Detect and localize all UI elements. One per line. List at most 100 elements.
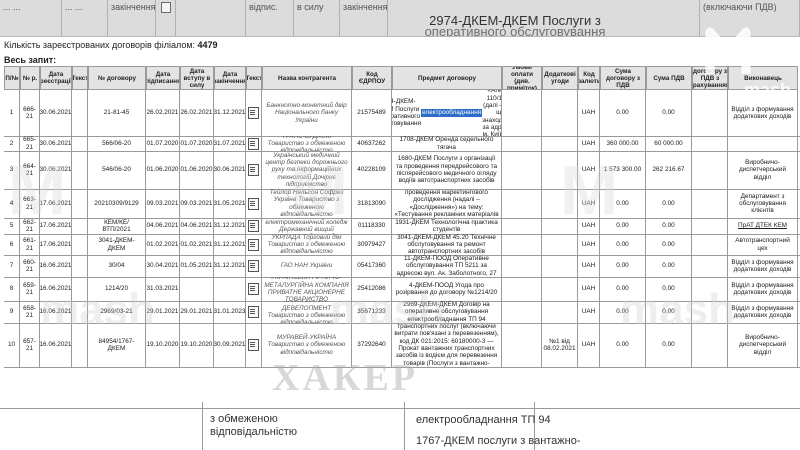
cell-subject: 1767-ДКЕМ послуги з вантажно-розвантажув… [392,323,502,367]
highlighted-text: електрообладнання [421,109,483,117]
cell-n: 8 [4,277,20,301]
column-header-end[interactable]: Дата закінчення [214,66,246,90]
cell-subject: 11-ДКЕМ-ПООД Оперативне обслуговування Т… [392,255,502,277]
column-header-reg[interactable]: № р. [20,66,40,90]
cell-vat: 0.00 [646,323,692,367]
cell-total [692,136,728,151]
cell-start: 01.02.2021 [180,234,214,255]
cell-sum: 360 000.00 [600,136,646,151]
document-icon[interactable] [248,137,259,150]
document-icon[interactable] [248,164,259,176]
svg-text:mash: mash [744,80,791,100]
top-col-4 [176,0,246,36]
table-row[interactable]: 4 663-21 17.06.2021 20210309/9129 09.03.2021… [4,189,800,219]
cell-add [542,255,578,277]
cell-signed: 09.03.2021 [146,189,180,218]
cell-txt2 [246,323,262,367]
bottom-left-text-2: відповідальністю [210,426,298,438]
document-icon[interactable] [248,197,259,210]
cell-exec[interactable]: ПрАТ ДТЕК КЕМ [728,218,798,234]
document-icon[interactable] [248,260,259,272]
top-col-icon[interactable] [156,0,176,36]
cell-add [542,151,578,189]
cell-end: 31.12.2021 [214,234,246,255]
column-header-cur[interactable]: Код валюти [578,66,600,90]
column-header-signed[interactable]: Дата підписання [146,66,180,90]
cell-party: Український медичний центр безпеки дорож… [262,151,352,189]
cell-vat: 0.00 [646,277,692,301]
table-row[interactable]: 3 664-21 30.06.2021 546/06-20 01.06.2020 01.0… [4,151,800,190]
cell-txt2 [246,90,262,136]
cell-reg: 661-21 [20,234,40,255]
top-header-strip: ... ... ... ... закінчення відпис. в сил… [0,0,800,37]
cell-total [692,277,728,301]
cell-signed: 31.03.2021 [146,277,180,301]
cell-pay [502,255,542,277]
cell-vat: 60 000.00 [646,136,692,151]
document-icon[interactable] [248,283,259,295]
column-header-contract[interactable]: № договору [88,66,146,90]
column-header-vat[interactable]: Сума ПДВ [646,66,692,90]
column-header-subject[interactable]: Предмет договору [392,66,502,90]
document-icon[interactable] [248,220,259,232]
cell-n: 1 [4,90,20,136]
cell-pay [502,323,542,367]
cell-signed: 01.07.2020 [146,136,180,151]
cell-add [542,234,578,255]
column-header-txt1[interactable]: Текст [72,66,88,90]
cell-date: 30.06.2021 [40,90,72,136]
document-icon[interactable] [248,238,259,251]
contract-count-line: Кількість зареєстрованих договорів філіа… [4,40,218,50]
top-col-5: відпис. [246,0,294,36]
cell-date: 30.06.2021 [40,151,72,189]
column-header-sum[interactable]: Сума договору з ПДВ [600,66,646,90]
cell-reg: 662-21 [20,218,40,234]
cell-signed: 01.02.2021 [146,234,180,255]
cell-pay [502,136,542,151]
table-row[interactable]: 9 658-21 16.06.2021 2969/03-21 29.01.2021 29.… [4,301,800,324]
table-row[interactable]: 7 660-21 16.06.2021 30/04 30.04.2021 01.05.20… [4,255,800,278]
column-header-pay[interactable]: Умови оплати (див. приміток) [502,66,542,90]
cell-edrpou: 40228109 [352,151,392,189]
cell-add [542,301,578,323]
cell-end: 31.12.2021 [214,255,246,277]
document-icon[interactable] [248,339,259,351]
cell-txt2 [246,218,262,234]
cell-total [692,323,728,367]
cell-txt2 [246,301,262,323]
table-row[interactable]: 10 657-21 16.06.2021 84954/1767-ДКЕМ 19.10.2… [4,323,800,368]
bottom-zoom-fragment [0,402,800,450]
column-header-add[interactable]: Додаткові угоди [542,66,578,90]
document-icon[interactable] [248,107,259,119]
top-col-6: в силу [294,0,340,36]
cell-party: УКРАЇНСЬКА ГІРНИЧО-МЕТАЛУРГІЙНА КОМПАНІЯ… [262,277,352,301]
cell-sum: 0.00 [600,323,646,367]
cell-party: УКРЛАДА Торговий дім Товариство з обмеже… [262,234,352,255]
table-row[interactable]: 2 665-21 30.06.2021 566/06-20 01.07.2020 01.0… [4,136,800,152]
column-header-edrpou[interactable]: Код ЄДРПОУ [352,66,392,90]
cell-pay [502,301,542,323]
cell-party: Київський електромеханічний коледж Держа… [262,218,352,234]
cell-contract: 20210309/9129 [88,189,146,218]
document-icon[interactable] [248,306,259,318]
column-header-txt2[interactable]: Текст [246,66,262,90]
cell-add [542,277,578,301]
bottom-vline-1 [202,402,203,450]
cell-subject: 3041-ДКЕМ-ДКЕМ 45.20 Технічне обслуговув… [392,234,502,255]
cell-vat: 0.00 [646,189,692,218]
cell-cur: UAH [578,277,600,301]
column-header-start[interactable]: Дата вступу в силу [180,66,214,90]
cell-sum: 0.00 [600,189,646,218]
table-row[interactable]: 5 662-21 17.06.2021 КЕМ/КЕ/ВТП/2021 04.06.20… [4,218,800,235]
table-row[interactable]: 8 659-21 16.06.2021 1214/20 31.03.2021 УКРАЇН… [4,277,800,302]
table-row[interactable]: 1 666-21 30.06.2021 21-81-45 26.02.2021 26.02… [4,90,800,137]
table-row[interactable]: 6 661-21 17.06.2021 3041-ДКЕМ-ДКЕМ 01.02.202… [4,234,800,256]
cell-pay [502,90,542,136]
cell-end: 31.05.2021 [214,189,246,218]
cell-sum: 0.00 [600,277,646,301]
column-header-date[interactable]: Дата реєстрації [40,66,72,90]
column-header-n[interactable]: П/№ [4,66,20,90]
cell-exec: Відділ з формування додаткових доходів [728,255,798,277]
column-header-party[interactable]: Назва контрагента [262,66,352,90]
cell-add [542,90,578,136]
